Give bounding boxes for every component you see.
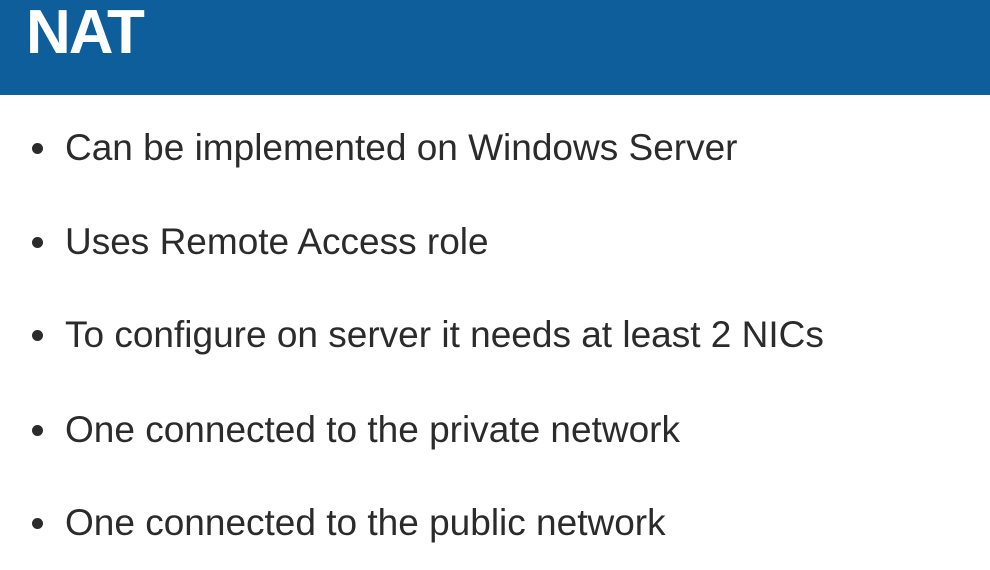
slide-title: NAT [26, 0, 145, 67]
bullet-dot-icon [32, 329, 43, 341]
bullet-text: Can be implemented on Windows Server [65, 127, 738, 168]
bullet-text: One connected to the public network [65, 502, 666, 543]
title-bar: NAT [0, 0, 990, 95]
bullet-dot-icon [32, 142, 43, 154]
bullet-item: Uses Remote Access role [32, 217, 972, 267]
bullet-text: One connected to the private network [65, 409, 680, 450]
bullet-dot-icon [32, 236, 43, 248]
slide: NAT Can be implemented on Windows Server… [0, 0, 990, 570]
bullet-item: One connected to the public network [32, 498, 972, 548]
bullet-item: To configure on server it needs at least… [32, 310, 972, 360]
bullet-text: To configure on server it needs at least… [65, 314, 824, 355]
bullet-item: One connected to the private network [32, 405, 972, 455]
bullet-text: Uses Remote Access role [65, 221, 489, 262]
bullet-item: Can be implemented on Windows Server [32, 123, 972, 173]
bullet-dot-icon [32, 424, 43, 436]
bullet-dot-icon [32, 517, 43, 529]
